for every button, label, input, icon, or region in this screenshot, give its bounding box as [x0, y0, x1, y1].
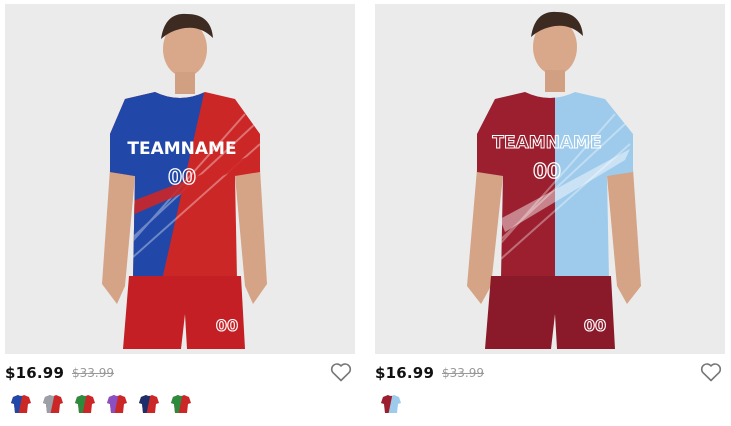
heart-icon[interactable]: [329, 360, 353, 384]
jersey-illustration: TEAMNAME 00 00: [102, 13, 267, 349]
product-card[interactable]: TEAMNAME 00 00 $16.99 $33.99: [5, 4, 355, 422]
shorts: [485, 276, 615, 349]
shorts-number: 00: [216, 316, 238, 335]
color-swatches: [375, 392, 725, 422]
jersey-number: 00: [533, 159, 561, 183]
color-swatch[interactable]: [105, 392, 129, 416]
color-swatch[interactable]: [137, 392, 161, 416]
heart-icon[interactable]: [699, 360, 723, 384]
product-card[interactable]: TEAMNAME 00 00 $16.99 $33.99: [375, 4, 725, 422]
color-swatch[interactable]: [9, 392, 33, 416]
color-swatch[interactable]: [41, 392, 65, 416]
color-swatch[interactable]: [73, 392, 97, 416]
color-swatch[interactable]: [169, 392, 193, 416]
jersey-team-text: TEAMNAME: [127, 139, 236, 159]
shorts: [123, 276, 245, 349]
jersey-number: 00: [168, 165, 196, 189]
color-swatches: [5, 392, 355, 422]
product-image[interactable]: TEAMNAME 00 00: [375, 4, 725, 354]
sale-price: $16.99: [375, 364, 435, 382]
product-image[interactable]: TEAMNAME 00 00: [5, 4, 355, 354]
original-price: $33.99: [72, 366, 114, 380]
jersey-illustration: TEAMNAME 00 00: [467, 11, 641, 349]
color-swatch[interactable]: [379, 392, 403, 416]
original-price: $33.99: [442, 366, 484, 380]
jersey-team-text: TEAMNAME: [492, 133, 601, 153]
shorts-number: 00: [584, 316, 606, 335]
sale-price: $16.99: [5, 364, 65, 382]
